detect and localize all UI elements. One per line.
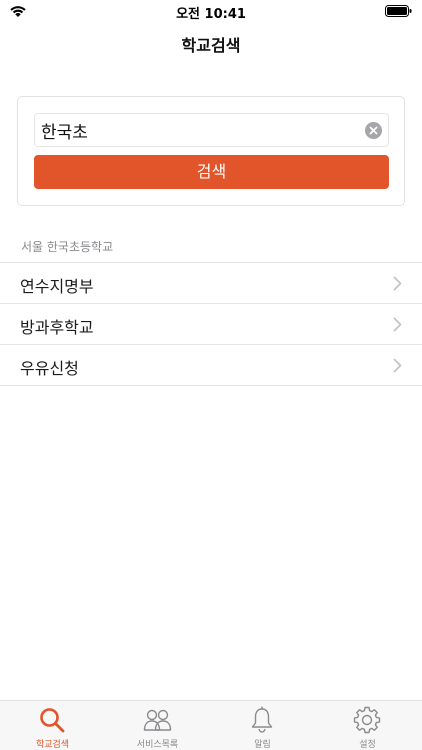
menu-item-label: 방과후학교 (20, 318, 94, 337)
tab-settings[interactable]: 설정 (315, 701, 420, 750)
chevron-right-icon (393, 317, 402, 332)
menu-item-label: 우유신청 (20, 359, 79, 378)
page-title: 학교검색 (181, 36, 241, 55)
tab-label: 학교검색 (35, 740, 70, 750)
clear-icon[interactable] (365, 122, 382, 139)
search-button[interactable]: 검색 (34, 155, 389, 189)
status-time: 오전 10:41 (176, 7, 246, 22)
tab-notifications[interactable]: 알림 (210, 701, 315, 750)
bell-icon (251, 706, 273, 733)
menu-item-milk-request[interactable]: 우유신청 (0, 345, 422, 386)
search-icon (40, 708, 65, 733)
chevron-right-icon (393, 276, 402, 291)
search-card: 검색 (17, 96, 405, 206)
tab-label: 알림 (254, 740, 271, 750)
menu-item-label: 연수지명부 (20, 277, 94, 296)
tab-label: 서비스목록 (136, 740, 179, 750)
gear-icon (353, 706, 381, 734)
chevron-right-icon (393, 358, 402, 373)
people-icon (143, 709, 172, 731)
menu-item-training-roster[interactable]: 연수지명부 (0, 263, 422, 304)
battery-icon (385, 5, 412, 17)
search-input[interactable] (41, 114, 361, 146)
tab-school-search[interactable]: 학교검색 (0, 701, 105, 750)
tab-bar: 학교검색 서비스목록 알림 설정 (0, 700, 422, 750)
tab-service-list[interactable]: 서비스목록 (105, 701, 210, 750)
service-menu-list: 연수지명부 방과후학교 우유신청 (0, 262, 422, 386)
menu-item-afterschool[interactable]: 방과후학교 (0, 304, 422, 345)
status-bar: 오전 10:41 (0, 0, 422, 22)
school-name-header: 서울 한국초등학교 (21, 240, 114, 254)
tab-label: 설정 (359, 740, 376, 750)
search-field[interactable] (34, 113, 389, 147)
